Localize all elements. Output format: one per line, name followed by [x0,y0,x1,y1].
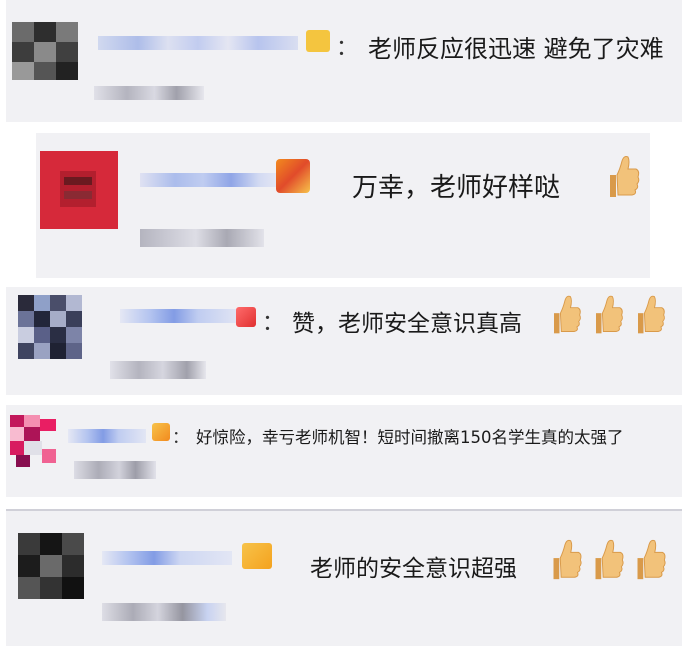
user-badge-icon [276,159,310,193]
colon-separator: ： [336,36,359,61]
avatar[interactable] [40,151,118,229]
colon-separator: ： [262,311,285,336]
avatar[interactable] [12,22,78,80]
user-badge-icon [236,307,256,327]
comment-card-5: 老师的安全意识超强 [6,509,682,646]
comment-card-2: 万幸，老师好样哒 [36,133,650,278]
user-badge-icon [152,423,170,441]
thumbs-up-icon [544,293,586,337]
username-blurred[interactable] [140,173,280,187]
comment-text: 老师的安全意识超强 [310,556,517,582]
comment-text: 老师反应很迅速 避免了灾难 [368,35,664,63]
avatar[interactable] [18,295,82,359]
thumbs-up-icon [586,293,628,337]
thumbs-row [544,537,670,583]
thumbs-up-icon [586,537,628,583]
thumbs-up-icon [544,537,586,583]
thumbs-up-icon [602,153,642,201]
comment-meta-blurred [140,229,264,247]
user-badge-icon [242,543,272,569]
user-badge-icon [306,30,330,52]
username-blurred[interactable] [120,309,240,323]
colon-separator: ： [172,428,189,448]
comment-meta-blurred [74,461,156,479]
thumbs-up-icon [628,293,670,337]
comment-text: 赞，老师安全意识真高 [292,311,522,337]
avatar[interactable] [18,533,84,599]
thumbs-up-icon [628,537,670,583]
thumbs-row [544,293,670,337]
comment-card-3: ： 赞，老师安全意识真高 [6,287,682,395]
thumbs-row [602,153,642,201]
username-blurred[interactable] [68,429,146,443]
comment-meta-blurred [110,361,206,379]
comment-meta-blurred [102,603,226,621]
comment-text: 好惊险，幸亏老师机智！短时间撤离150名学生真的太强了 [196,428,624,447]
comment-meta-blurred [94,86,204,100]
comment-card-1: ： 老师反应很迅速 避免了灾难 [6,0,682,122]
comment-card-4: ： 好惊险，幸亏老师机智！短时间撤离150名学生真的太强了 [6,405,682,497]
username-blurred[interactable] [102,551,232,565]
avatar[interactable] [10,415,56,467]
username-blurred[interactable] [98,36,298,50]
comment-text: 万幸，老师好样哒 [352,173,561,203]
